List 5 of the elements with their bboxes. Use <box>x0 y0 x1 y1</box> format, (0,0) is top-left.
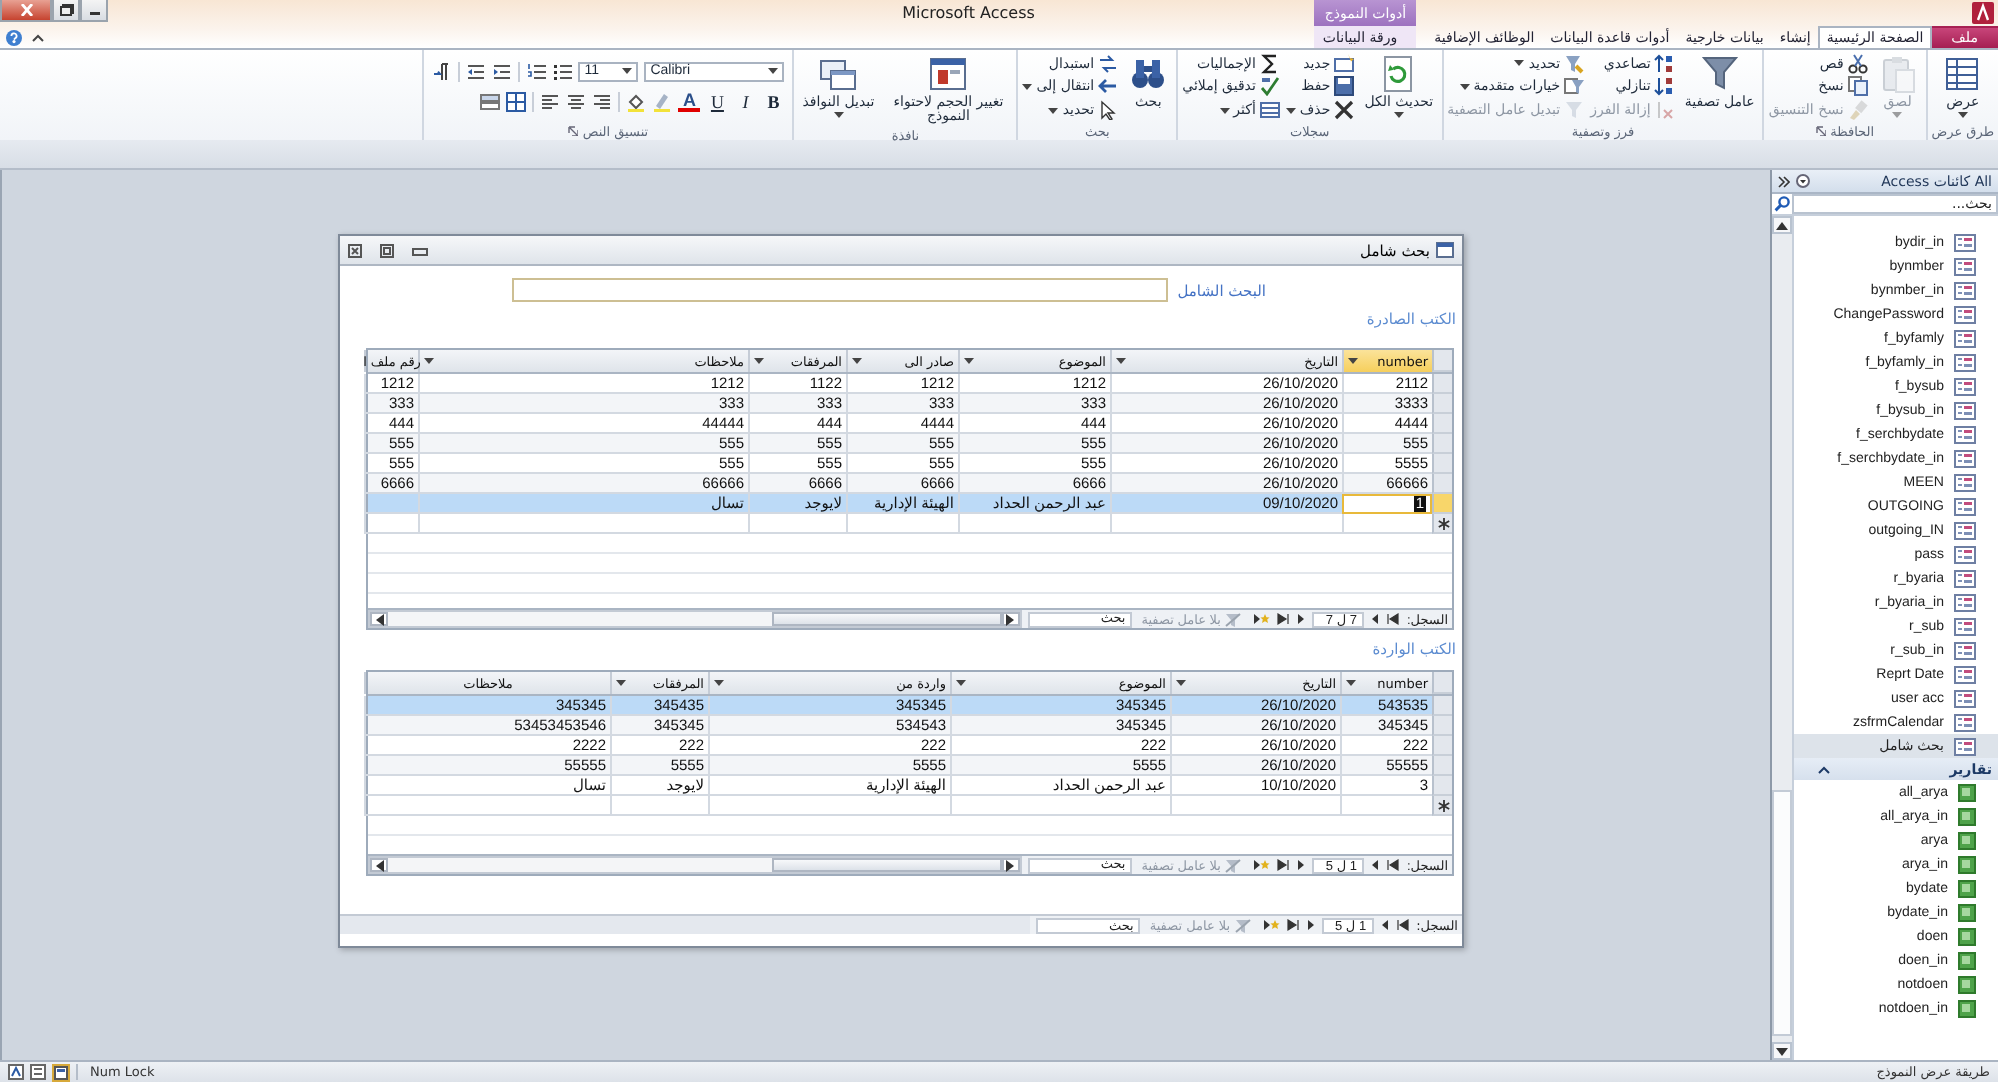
italic-button[interactable]: I <box>734 91 757 113</box>
bold-button[interactable]: B <box>762 91 785 113</box>
font-color-button[interactable]: A <box>678 92 701 112</box>
underline-button[interactable]: U <box>706 91 729 113</box>
window-title: Microsoft Access <box>902 4 1035 22</box>
